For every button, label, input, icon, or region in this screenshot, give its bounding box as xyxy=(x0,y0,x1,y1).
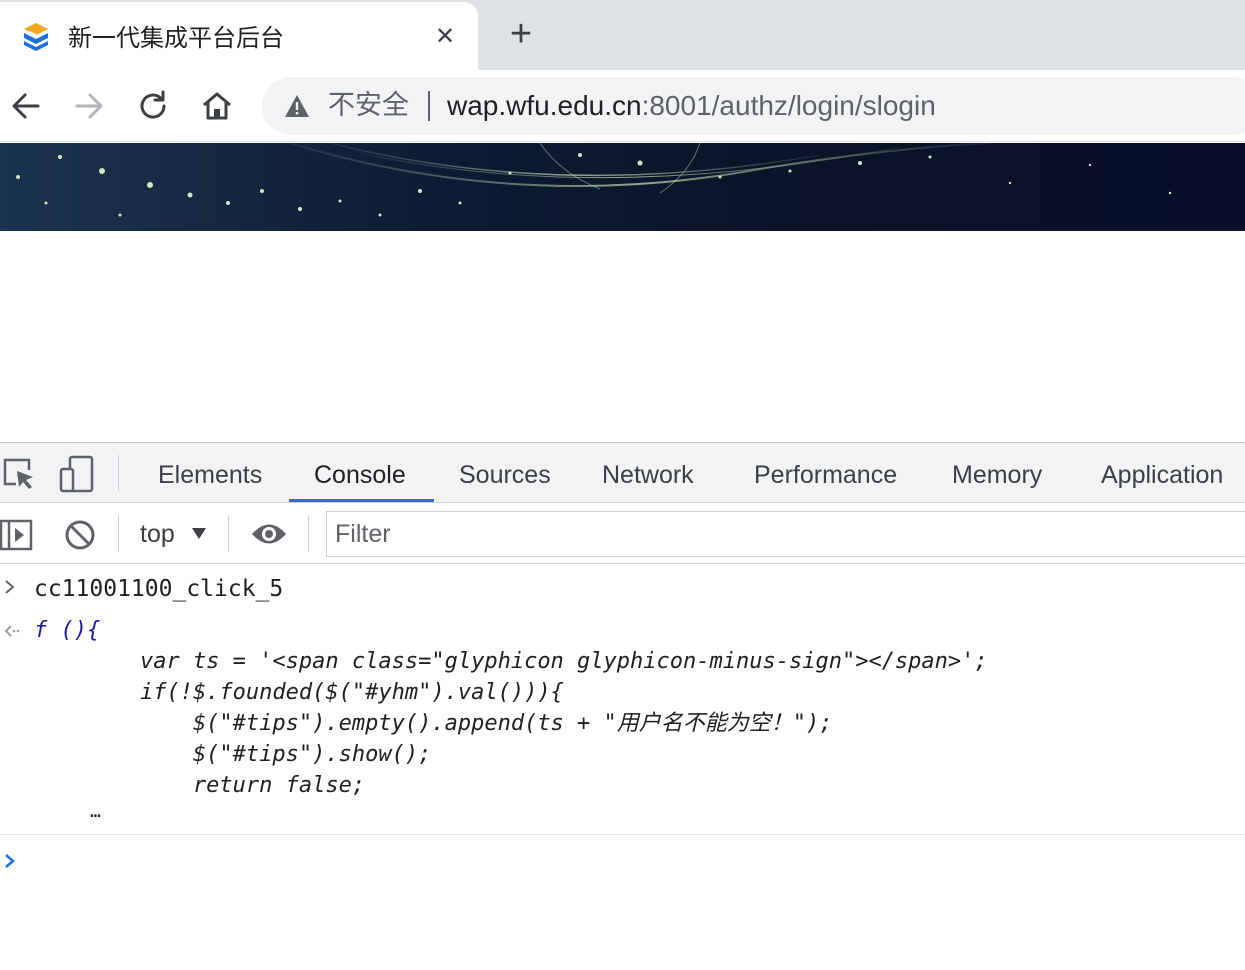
command-text: cc11001100_click_5 xyxy=(34,576,284,602)
home-icon xyxy=(203,92,231,120)
reload-button[interactable] xyxy=(133,86,173,126)
tab-network[interactable]: Network xyxy=(602,459,694,491)
home-button[interactable] xyxy=(197,86,237,126)
chevron-right-icon xyxy=(3,577,17,601)
page-banner-image xyxy=(0,143,1245,231)
code-line: $("#tips").show(); xyxy=(34,742,432,767)
console-command: cc11001100_click_5 xyxy=(0,573,1245,607)
toolbar-divider xyxy=(308,516,309,552)
url-path: :8001/authz/login/slogin xyxy=(641,90,936,121)
chevron-down-icon[interactable] xyxy=(192,528,206,539)
code-line: return false; xyxy=(34,773,366,798)
code-line: $("#tips").empty().append(ts + "用户名不能为空！… xyxy=(34,711,833,736)
inspect-element-icon[interactable] xyxy=(2,457,36,496)
browser-toolbar: 不安全 wap.wfu.edu.cn:8001/authz/login/slog… xyxy=(0,70,1245,142)
arrow-left-icon xyxy=(12,93,40,119)
sidebar-toggle-icon[interactable] xyxy=(0,519,34,556)
tab-strip: 新一代集成平台后台 ✕ + xyxy=(0,0,1245,70)
result-arrow-icon xyxy=(3,621,21,645)
security-label[interactable]: 不安全 xyxy=(328,89,409,123)
close-icon[interactable]: ✕ xyxy=(432,24,458,50)
tab-title: 新一代集成平台后台 xyxy=(68,24,284,52)
console-result: f (){ var ts = '<span class="glyphicon g… xyxy=(0,615,1245,835)
site-logo-icon xyxy=(20,21,52,53)
browser-tab[interactable]: 新一代集成平台后台 ✕ xyxy=(0,2,478,70)
console-prompt[interactable] xyxy=(0,839,1245,879)
active-tab-indicator xyxy=(289,499,434,502)
toolbar-divider xyxy=(228,516,229,552)
reload-icon xyxy=(140,90,166,119)
clear-console-icon[interactable] xyxy=(64,519,96,556)
page-body xyxy=(0,231,1245,442)
back-button[interactable] xyxy=(6,86,46,126)
tab-elements[interactable]: Elements xyxy=(158,459,262,491)
address-bar[interactable]: 不安全 wap.wfu.edu.cn:8001/authz/login/slog… xyxy=(262,77,1245,135)
context-selector[interactable]: top xyxy=(140,518,175,550)
arrow-right-icon xyxy=(75,93,103,119)
function-source[interactable]: f (){ var ts = '<span class="glyphicon g… xyxy=(34,615,988,801)
omnibox-divider xyxy=(428,91,430,121)
console-toolbar: top xyxy=(0,504,1245,564)
new-tab-button[interactable]: + xyxy=(504,15,538,53)
tab-performance[interactable]: Performance xyxy=(754,459,897,491)
url-text[interactable]: wap.wfu.edu.cn:8001/authz/login/slogin xyxy=(447,89,936,123)
code-line: if(!$.founded($("#yhm").val())){ xyxy=(34,680,564,705)
devtools-tabbar: Elements Console Sources Network Perform… xyxy=(0,443,1245,503)
device-toolbar-icon[interactable] xyxy=(58,455,96,498)
filter-field[interactable] xyxy=(326,511,1245,557)
warning-icon[interactable] xyxy=(284,94,310,118)
filter-input[interactable] xyxy=(335,518,1235,550)
console-output: cc11001100_click_5 f (){ var ts = '<span… xyxy=(0,565,1245,970)
expand-ellipsis[interactable]: … xyxy=(90,801,101,822)
tab-application[interactable]: Application xyxy=(1101,459,1223,491)
code-line: var ts = '<span class="glyphicon glyphic… xyxy=(34,649,988,674)
forward-button[interactable] xyxy=(69,86,109,126)
tab-console[interactable]: Console xyxy=(314,459,406,491)
code-line: f (){ xyxy=(34,618,101,643)
toolbar-divider xyxy=(118,516,119,552)
tab-sources[interactable]: Sources xyxy=(459,459,551,491)
prompt-chevron-icon xyxy=(3,851,17,875)
toolbar-divider xyxy=(118,455,119,491)
eye-icon[interactable] xyxy=(251,521,287,552)
devtools-panel: Elements Console Sources Network Perform… xyxy=(0,442,1245,970)
tab-memory[interactable]: Memory xyxy=(952,459,1042,491)
url-host: wap.wfu.edu.cn xyxy=(447,90,642,121)
